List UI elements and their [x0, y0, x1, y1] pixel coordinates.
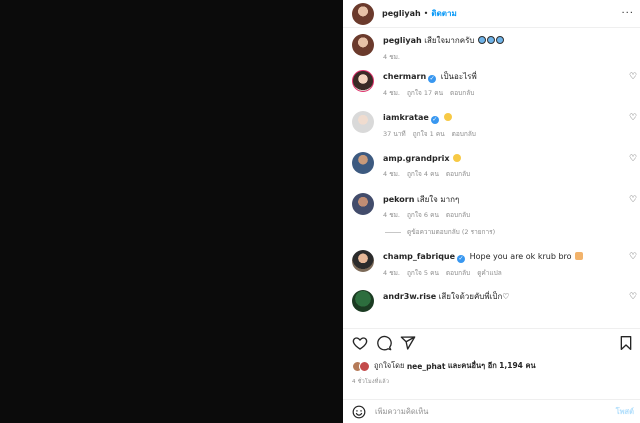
comment-username[interactable]: chermarn — [383, 72, 426, 81]
comment-likes[interactable]: ถูกใจ 17 คน — [407, 88, 443, 98]
add-comment-bar: โพสต์ — [343, 399, 640, 423]
comment-username[interactable]: pekorn — [383, 195, 414, 204]
comment-text: เสียใจด้วยคับพี่เป็ก♡ — [438, 292, 510, 301]
likes-count[interactable]: 1,194 คน — [499, 360, 535, 372]
emoji-picker-icon[interactable] — [352, 405, 366, 419]
more-options-icon[interactable]: ··· — [621, 8, 634, 19]
verified-badge-icon: ✓ — [457, 255, 466, 263]
caption: pegliyah เสียใจมากครับ 4 ชม. — [343, 32, 640, 68]
comment-likes[interactable]: ถูกใจ 6 คน — [407, 210, 439, 220]
likes-middle: และคนอื่นๆ อีก — [447, 361, 497, 370]
comment-item: andr3w.rise เสียใจด้วยคับพี่เป็ก♡ ♡ — [343, 288, 640, 312]
commenter-avatar[interactable] — [352, 250, 374, 272]
comment-time: 4 ชม. — [383, 211, 400, 219]
view-replies-label[interactable]: ดูข้อความตอบกลับ (2 รายการ) — [407, 227, 495, 237]
commenter-avatar[interactable] — [352, 70, 374, 92]
reply-button[interactable]: ตอบกลับ — [446, 210, 470, 220]
crying-face-icon — [487, 36, 495, 44]
like-icon[interactable] — [352, 335, 368, 351]
commenter-avatar[interactable] — [352, 111, 374, 133]
crying-face-icon — [496, 36, 504, 44]
ok-hand-emoji-icon — [575, 252, 584, 260]
comment-likes[interactable]: ถูกใจ 5 คน — [407, 268, 439, 278]
comment-username[interactable]: iamkratae — [383, 113, 429, 122]
comment-input[interactable] — [375, 407, 595, 416]
comment-time: 4 ชม. — [383, 269, 400, 277]
commenter-avatar[interactable] — [352, 152, 374, 174]
heart-icon[interactable]: ♡ — [628, 195, 638, 205]
heart-icon[interactable]: ♡ — [628, 252, 638, 262]
crying-face-icon — [478, 36, 486, 44]
author-avatar[interactable] — [352, 2, 374, 25]
comment-item: champ_fabrique ✓ Hope you are ok krub bro… — [343, 248, 640, 288]
reply-button[interactable]: ตอบกลับ — [446, 169, 470, 179]
liker-avatar — [359, 360, 370, 372]
share-icon[interactable] — [400, 335, 416, 351]
follow-button[interactable]: ติดตาม — [431, 7, 456, 20]
face-emoji-icon — [444, 113, 453, 121]
author-username[interactable]: pegliyah — [382, 9, 421, 18]
heart-icon[interactable]: ♡ — [628, 154, 638, 164]
reply-button[interactable]: ตอบกลับ — [450, 88, 474, 98]
view-replies-button[interactable]: ดูข้อความตอบกลับ (2 รายการ) — [343, 225, 640, 239]
comment-icon[interactable] — [376, 335, 392, 351]
comment-text: เป็นอะไรพี่ — [440, 72, 477, 81]
comment-text: เสียใจ มากๆ — [416, 195, 460, 204]
comment-item: iamkratae ✓ 37 นาที ถูกใจ 1 คน ตอบกลับ ♡ — [343, 109, 640, 150]
post-comment-button[interactable]: โพสต์ — [616, 406, 634, 418]
replies-divider — [385, 231, 401, 233]
caption-text: เสียใจมากครับ — [424, 36, 475, 45]
verified-badge-icon: ✓ — [430, 116, 439, 124]
heart-icon[interactable]: ♡ — [628, 292, 638, 302]
comment-likes[interactable]: ถูกใจ 1 คน — [413, 129, 445, 139]
action-bar — [343, 328, 640, 356]
commenter-avatar[interactable] — [352, 290, 374, 312]
reply-button[interactable]: ตอบกลับ — [446, 268, 470, 278]
comment-time: 37 นาที — [383, 130, 406, 138]
comment-likes[interactable]: ถูกใจ 4 คน — [407, 169, 439, 179]
comment-username[interactable]: champ_fabrique — [383, 252, 455, 261]
liker-username[interactable]: nee_phat — [407, 362, 446, 371]
comment-item: chermarn ✓ เป็นอะไรพี่ 4 ชม. ถูกใจ 17 คน … — [343, 68, 640, 109]
caption-time: 4 ชม. — [383, 53, 400, 61]
commenter-avatar[interactable] — [352, 193, 374, 215]
heart-icon[interactable]: ♡ — [628, 72, 638, 82]
comment-item: pekorn เสียใจ มากๆ 4 ชม. ถูกใจ 6 คน ตอบก… — [343, 191, 640, 225]
verified-badge-icon: ✓ — [428, 75, 437, 83]
reply-button[interactable]: ตอบกลับ — [452, 129, 476, 139]
separator-dot: • — [423, 9, 429, 18]
comments-list[interactable]: pegliyah เสียใจมากครับ 4 ชม. chermarn ✓ เ… — [343, 32, 640, 322]
comment-time: 4 ชม. — [383, 170, 400, 178]
comment-text: Hope you are ok krub bro — [469, 252, 572, 261]
comment-username[interactable]: andr3w.rise — [383, 292, 436, 301]
post-media — [0, 0, 343, 423]
caption-avatar[interactable] — [352, 34, 374, 56]
post-side-panel: pegliyah • ติดตาม ··· pegliyah เสียใจมาก… — [343, 0, 640, 423]
heart-icon[interactable]: ♡ — [628, 113, 638, 123]
caption-username[interactable]: pegliyah — [383, 36, 422, 45]
likes-prefix: ถูกใจโดย — [374, 361, 405, 370]
post-time-ago: 4 ชั่วโมงที่แล้ว — [352, 379, 390, 385]
save-icon[interactable] — [618, 335, 634, 351]
face-emoji-icon — [453, 154, 462, 162]
likes-summary[interactable]: ถูกใจโดย nee_phat และคนอื่นๆ อีก 1,194 ค… — [352, 360, 536, 372]
comment-username[interactable]: amp.grandprix — [383, 154, 450, 163]
see-translation-button[interactable]: ดูคำแปล — [477, 268, 502, 278]
comment-time: 4 ชม. — [383, 89, 400, 97]
post-header: pegliyah • ติดตาม ··· — [343, 0, 640, 28]
comment-item: amp.grandprix 4 ชม. ถูกใจ 4 คน ตอบกลับ ♡ — [343, 150, 640, 191]
